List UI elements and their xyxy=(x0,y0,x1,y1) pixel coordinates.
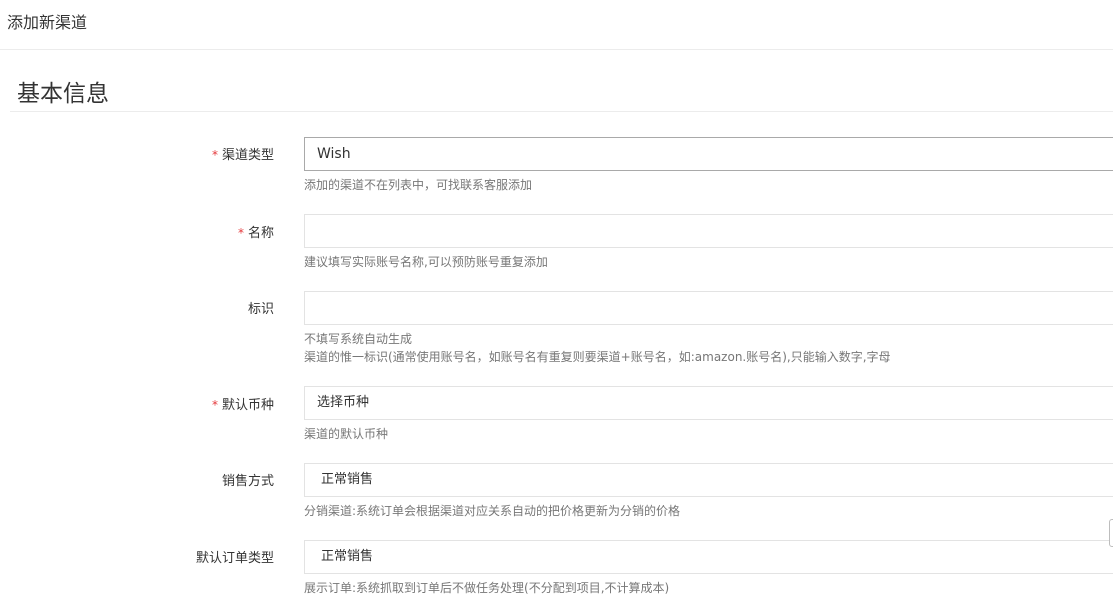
default-currency-help: 渠道的默认币种 xyxy=(304,427,389,441)
required-mark: * xyxy=(237,226,244,240)
channel-type-label: * 渠道类型 xyxy=(212,147,274,164)
sales-mode-select[interactable]: 正常销售 xyxy=(304,463,1113,497)
name-help: 建议填写实际账号名称,可以预防账号重复添加 xyxy=(304,255,548,269)
sales-mode-help: 分销渠道:系统订单会根据渠道对应关系自动的把价格更新为分销的价格 xyxy=(304,504,681,518)
default-currency-select[interactable]: 选择币种 xyxy=(304,386,1113,420)
required-mark: * xyxy=(211,398,218,412)
identifier-help-line-2: 渠道的惟一标识(通常使用账号名，如账号名有重复则要渠道+账号名，如:amazon… xyxy=(304,350,891,364)
required-mark: * xyxy=(211,148,218,162)
channel-type-label-text: 渠道类型 xyxy=(221,148,274,163)
default-order-type-select[interactable]: 正常销售 xyxy=(304,540,1113,574)
identifier-label: 标识 xyxy=(247,302,274,317)
default-order-type-label: 默认订单类型 xyxy=(195,551,274,566)
page: 添加新渠道 基本信息 * 渠道类型 Wish 添加的渠道不在列表中，可找联系客服添… xyxy=(0,0,1113,608)
identifier-help-line-1: 不填写系统自动生成 xyxy=(304,332,413,346)
default-currency-label-text: 默认币种 xyxy=(221,398,274,413)
top-bar: 添加新渠道 xyxy=(0,0,1113,50)
sales-mode-label: 销售方式 xyxy=(221,474,274,489)
name-label: * 名称 xyxy=(238,225,274,242)
section-title: 基本信息 xyxy=(17,81,109,107)
identifier-input[interactable] xyxy=(304,291,1113,325)
page-title: 添加新渠道 xyxy=(7,13,88,32)
name-label-text: 名称 xyxy=(247,226,274,241)
default-order-type-help: 展示订单:系统抓取到订单后不做任务处理(不分配到项目,不计算成本) xyxy=(304,581,670,595)
section-divider xyxy=(10,111,1113,112)
channel-type-select[interactable]: Wish xyxy=(304,137,1113,171)
side-scroll-handle[interactable] xyxy=(1109,519,1113,547)
default-currency-label: * 默认币种 xyxy=(212,397,274,414)
channel-type-help: 添加的渠道不在列表中，可找联系客服添加 xyxy=(304,178,533,192)
name-input[interactable] xyxy=(304,214,1113,248)
